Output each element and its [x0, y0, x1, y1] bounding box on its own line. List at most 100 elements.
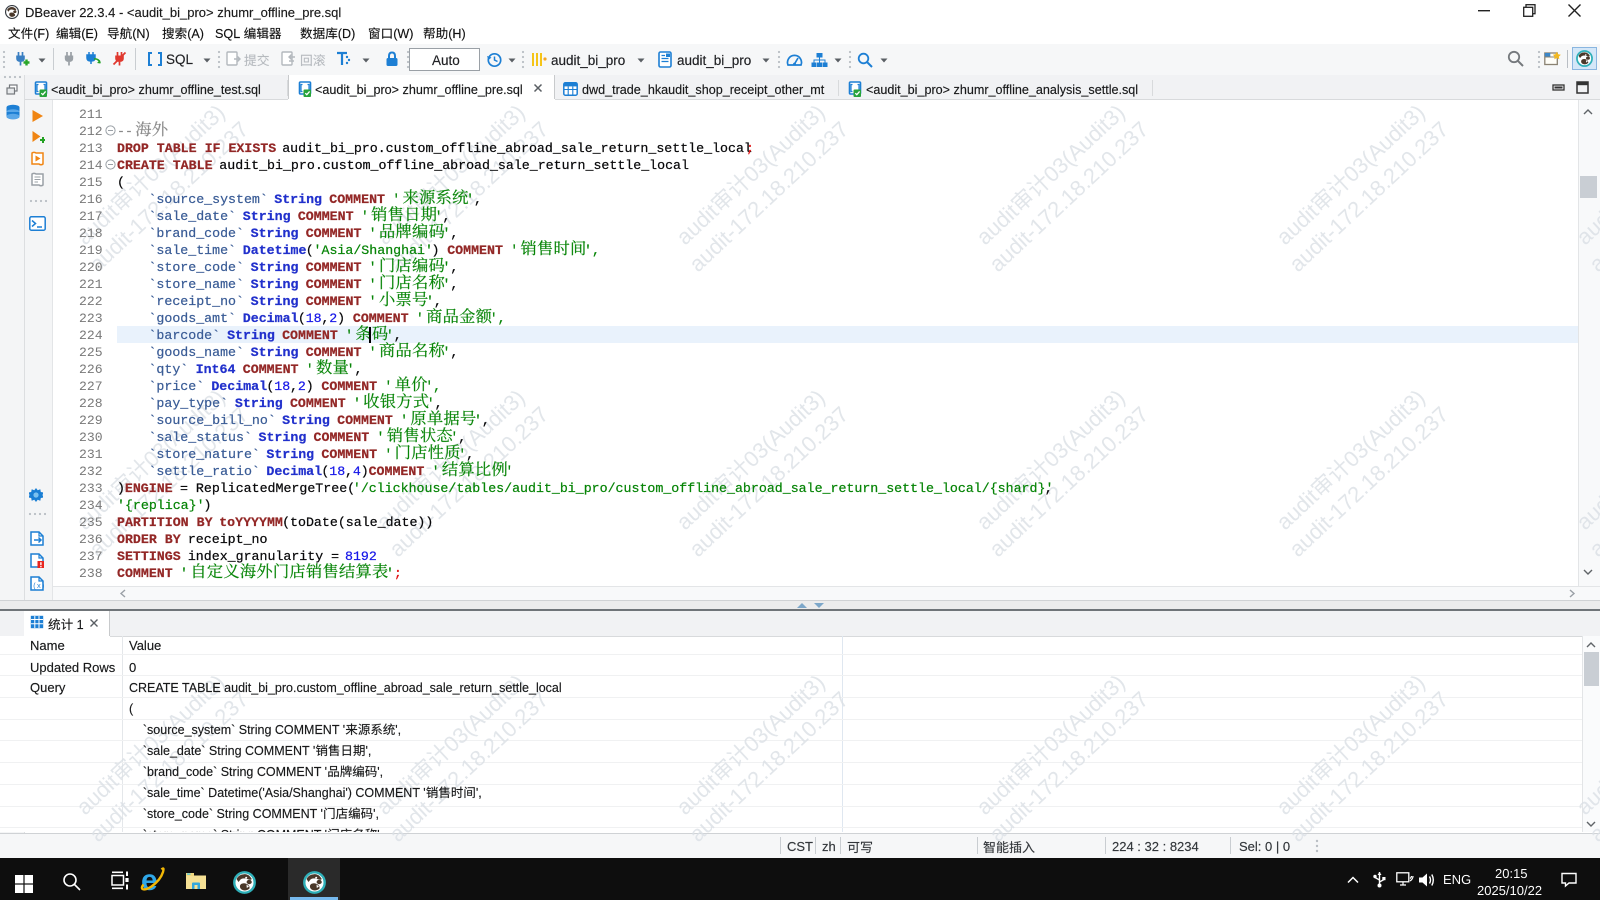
svg-text:': ' [443, 260, 451, 275]
svg-text:237: 237 [79, 549, 103, 564]
svg-text:DBeaver 22.3.4 - <audit_bi_pro: DBeaver 22.3.4 - <audit_bi_pro> zhumr_of… [25, 5, 341, 20]
svg-text:',: ', [377, 828, 383, 832]
svg-text:`store_code` String COMMENT ': `store_code` String COMMENT ' [129, 807, 323, 821]
svg-text:,: , [345, 464, 353, 479]
svg-text:1: 1 [73, 618, 84, 632]
svg-text:217: 217 [79, 209, 103, 224]
svg-text:String: String [251, 294, 299, 309]
svg-text:'{replica}': '{replica}' [117, 498, 205, 513]
svg-text:221: 221 [79, 277, 103, 292]
svg-text:PARTITION BY: PARTITION BY [117, 515, 213, 530]
svg-text:(W): (W) [393, 27, 413, 41]
svg-text:): ) [431, 243, 439, 258]
svg-text:Value: Value [129, 638, 161, 653]
svg-text:COMMENT: COMMENT [447, 243, 503, 258]
svg-text:audit_bi_pro.custom_offline_ab: audit_bi_pro.custom_offline_abroad_sale_… [274, 141, 752, 156]
svg-text:215: 215 [79, 175, 103, 190]
svg-text:COMMENT: COMMENT [298, 209, 354, 224]
svg-text:,: , [474, 192, 482, 207]
svg-text:= ReplicatedMergeTree(: = ReplicatedMergeTree( [172, 481, 355, 496]
svg-text:(toDate(sale_date)): (toDate(sale_date)) [282, 515, 433, 530]
svg-text:': ' [361, 345, 377, 360]
svg-text:': ' [386, 566, 394, 581]
svg-text:,: , [435, 396, 443, 411]
svg-text:Datetime: Datetime [243, 243, 307, 258]
svg-text:218: 218 [79, 226, 103, 241]
svg-text:Auto: Auto [432, 53, 460, 68]
svg-text:18: 18 [306, 311, 322, 326]
svg-text:CST: CST [787, 839, 813, 854]
svg-text:': ' [347, 362, 355, 377]
svg-text:(E): (E) [81, 27, 98, 41]
svg-text:': ' [345, 396, 361, 411]
svg-text:(: ( [321, 464, 329, 479]
svg-text:,: , [434, 294, 442, 309]
svg-text:': ' [458, 447, 466, 462]
svg-text:,: , [450, 226, 458, 241]
svg-text:(x): (x) [33, 583, 45, 591]
svg-text:<audit_bi_pro> zhumr_offline_t: <audit_bi_pro> zhumr_offline_test.sql [51, 83, 261, 97]
svg-text:COMMENT: COMMENT [369, 464, 425, 479]
svg-text:COMMENT: COMMENT [353, 311, 409, 326]
svg-text:String: String [235, 396, 283, 411]
svg-text:COMMENT: COMMENT [306, 345, 362, 360]
svg-text:`qty`: `qty` [148, 362, 188, 377]
svg-text:': ' [369, 430, 385, 445]
svg-text:`store_name` String COMMENT ': `store_name` String COMMENT ' [129, 828, 327, 832]
svg-text:): ) [117, 481, 125, 496]
svg-text:String: String [227, 328, 275, 343]
svg-text:': ' [376, 379, 392, 394]
svg-text:CREATE TABLE audit_bi_pro.cust: CREATE TABLE audit_bi_pro.custom_offline… [129, 681, 562, 695]
svg-text:212: 212 [79, 124, 103, 139]
svg-text:,: , [321, 311, 329, 326]
svg-text:223: 223 [79, 311, 103, 326]
svg-text:String: String [282, 413, 330, 428]
svg-text:`store_code`: `store_code` [148, 260, 244, 275]
svg-text:String: String [274, 192, 322, 207]
svg-text:228: 228 [79, 396, 103, 411]
svg-text:': ' [337, 328, 353, 343]
svg-text:String: String [243, 209, 291, 224]
svg-text:',: ', [490, 311, 506, 326]
svg-text:,: , [394, 328, 402, 343]
svg-text:': ' [384, 192, 400, 207]
svg-text:': ' [386, 328, 394, 343]
svg-text:236: 236 [79, 532, 103, 547]
svg-text:COMMENT: COMMENT [337, 413, 393, 428]
svg-text:Decimal: Decimal [211, 379, 267, 394]
svg-text:2: 2 [329, 311, 337, 326]
svg-text:224 : 32 : 8234: 224 : 32 : 8234 [1112, 839, 1199, 854]
svg-text:SQL: SQL [215, 27, 243, 41]
svg-text:index_granularity =: index_granularity = [180, 549, 347, 564]
svg-text:,: , [354, 362, 362, 377]
svg-text:': ' [435, 209, 443, 224]
svg-text:': ' [427, 396, 435, 411]
svg-text:COMMENT: COMMENT [314, 430, 370, 445]
svg-text:220: 220 [79, 260, 103, 275]
svg-text:230: 230 [79, 430, 103, 445]
svg-text:231: 231 [79, 447, 103, 462]
svg-text:': ' [353, 209, 369, 224]
svg-text:DROP TABLE IF EXISTS: DROP TABLE IF EXISTS [117, 141, 276, 156]
svg-text:;: ; [394, 566, 402, 581]
svg-text:(: ( [117, 175, 125, 190]
svg-text:;: ; [746, 141, 754, 156]
svg-text:219: 219 [79, 243, 103, 258]
svg-text:`sale_time`: `sale_time` [148, 243, 236, 258]
svg-text:COMMENT: COMMENT [306, 226, 362, 241]
svg-text:': ' [298, 362, 314, 377]
svg-text:Sel: 0 | 0: Sel: 0 | 0 [1239, 839, 1290, 854]
svg-text:229: 229 [79, 413, 103, 428]
svg-text:Query: Query [30, 680, 66, 695]
svg-text:<audit_bi_pro> zhumr_offline_p: <audit_bi_pro> zhumr_offline_pre.sql [315, 83, 523, 97]
svg-text:211: 211 [79, 107, 103, 122]
svg-text:`store_nature`: `store_nature` [148, 447, 259, 462]
svg-text:'Asia/Shanghai': 'Asia/Shanghai' [314, 243, 433, 258]
svg-text:': ' [392, 413, 408, 428]
svg-text:`sale_date` String COMMENT ': `sale_date` String COMMENT ' [129, 744, 315, 758]
svg-text:227: 227 [79, 379, 103, 394]
svg-text:`barcode`: `barcode` [148, 328, 220, 343]
svg-text:receipt_no: receipt_no [180, 532, 268, 547]
svg-text:audit_bi_pro: audit_bi_pro [677, 53, 751, 68]
svg-text:`goods_amt`: `goods_amt` [148, 311, 236, 326]
